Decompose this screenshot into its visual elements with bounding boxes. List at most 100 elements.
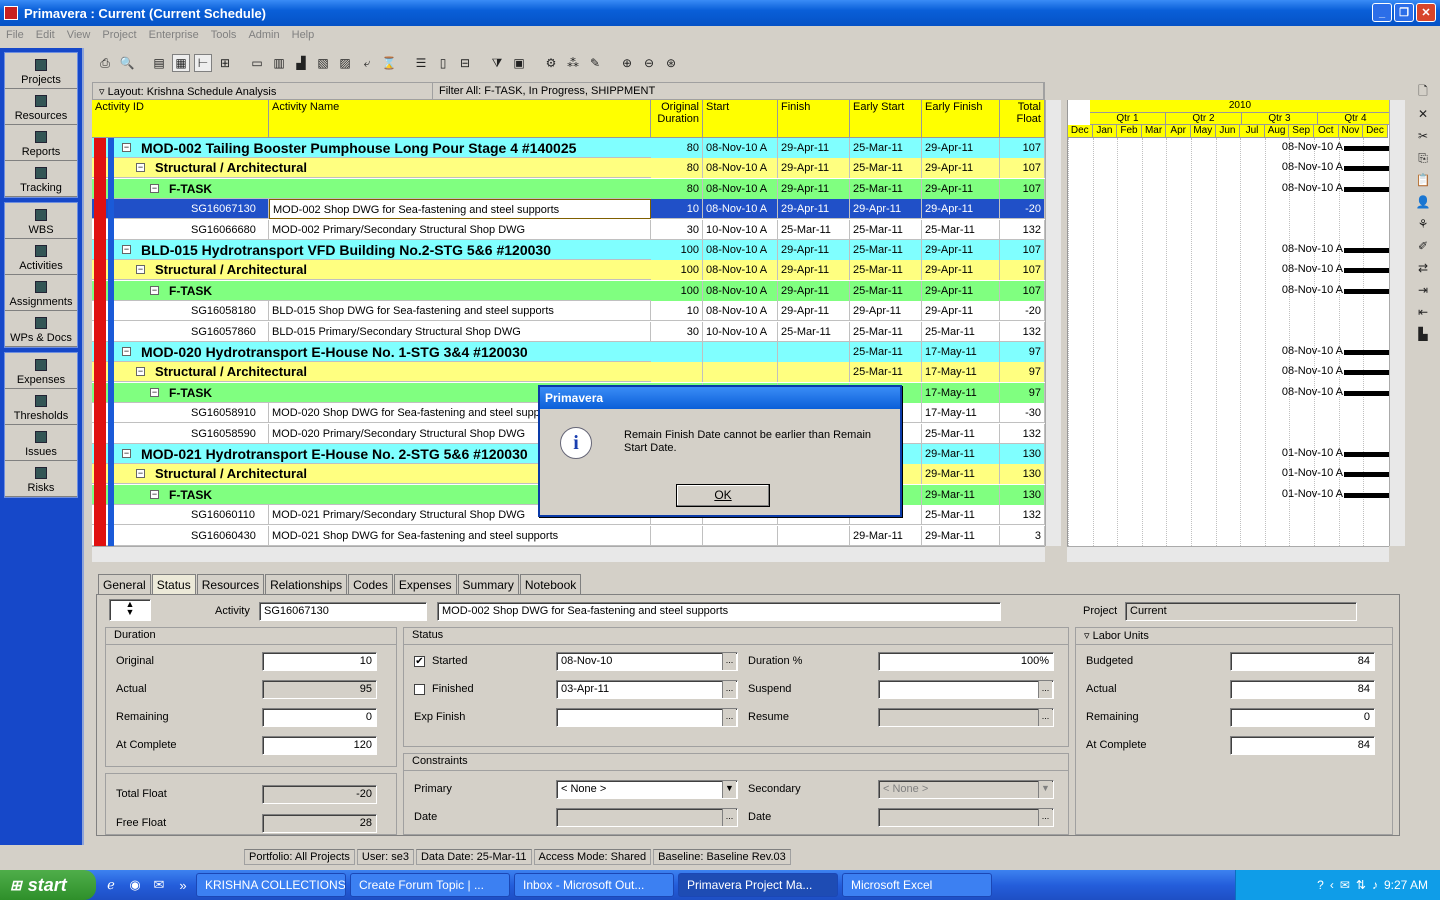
cell-ef[interactable]: 17-May-11 [922,403,1000,424]
stepped-icon[interactable]: ▙ [1414,326,1432,342]
zoom-fit-icon[interactable]: ⊛ [662,54,680,72]
sidebar-item-wps-docs[interactable]: WPs & Docs [5,311,77,347]
cell-es[interactable]: 25-Mar-11 [850,240,922,260]
mail-tray-icon[interactable]: ✉ [1340,878,1350,892]
cell-tf[interactable]: 132 [1000,423,1045,444]
activity-name-cell[interactable]: BLD-015 Shop DWG for Sea-fastening and s… [269,301,651,322]
sidebar-item-issues[interactable]: Issues [5,425,77,461]
tray-expand-icon[interactable]: ‹ [1330,878,1334,892]
cell-tf[interactable]: -20 [1000,301,1045,322]
menu-admin[interactable]: Admin [242,29,285,41]
col-finish[interactable]: Finish [778,100,850,138]
link-icon[interactable]: ⇄ [1414,260,1432,276]
cell-tf[interactable]: 107 [1000,138,1045,158]
columns-icon[interactable]: ▤ [150,54,168,72]
activity-name-cell[interactable]: BLD-015 Primary/Secondary Structural Sho… [269,321,651,342]
cell-ef[interactable]: 29-Apr-11 [922,280,1000,301]
tab-general[interactable]: General [98,574,151,595]
primary-constraint-select[interactable]: < None > [556,780,738,799]
assign-role-icon[interactable]: ⚘ [1414,216,1432,232]
collapse-icon[interactable]: − [122,143,131,152]
level-icon[interactable]: ⁂ [564,54,582,72]
cell-tf[interactable]: 132 [1000,505,1045,526]
outdent-icon[interactable]: ⇤ [1414,304,1432,320]
table-vertical-scrollbar[interactable] [1045,100,1061,546]
exp-finish-field[interactable] [556,708,738,727]
budgeted-units-field[interactable]: 84 [1230,652,1375,671]
tab-notebook[interactable]: Notebook [519,574,582,595]
menu-project[interactable]: Project [96,29,142,41]
cell-ef[interactable]: 25-Mar-11 [922,219,1000,240]
cell-dur[interactable]: 100 [651,240,703,260]
cell-dur[interactable] [651,525,703,546]
cell-ef[interactable]: 29-Mar-11 [922,484,1000,505]
suspend-field[interactable] [878,680,1054,699]
cell-start[interactable]: 08-Nov-10 A [703,158,778,179]
wbs-row[interactable]: − Structural / Architectural 80 08-Nov-10 A… [92,158,1045,179]
col-activity-id[interactable]: Activity ID [92,100,269,138]
activity-row[interactable]: SG16060430 MOD-021 Shop DWG for Sea-faste… [92,525,1045,546]
gantt-bar[interactable] [1344,248,1389,253]
filter-icon[interactable]: ⧩ [488,54,506,72]
table-view-icon[interactable]: ▦ [172,54,190,72]
cell-tf[interactable]: 132 [1000,219,1045,240]
gantt-bar[interactable] [1344,186,1389,192]
collapse-icon[interactable]: − [136,469,145,479]
sidebar-item-resources[interactable]: Resources [5,89,77,125]
started-date-picker[interactable]: ... [722,653,736,670]
cut-icon[interactable]: ✂ [1414,128,1432,144]
cell-start[interactable]: 08-Nov-10 A [703,199,778,220]
assign-resource-icon[interactable]: 👤 [1414,194,1432,210]
sidebar-item-tracking[interactable]: Tracking [5,161,77,197]
wbs-row[interactable]: − F-TASK 80 08-Nov-10 A 29-Apr-11 25-Mar-11 29… [92,178,1045,199]
paste-icon[interactable]: 📋 [1414,172,1432,188]
activity-row[interactable]: SG16066680 MOD-002 Primary/Secondary Stru… [92,219,1045,240]
cell-ef[interactable]: 29-Mar-11 [922,464,1000,485]
gantt-bar[interactable] [1344,146,1389,151]
cell-tf[interactable]: 107 [1000,260,1045,281]
cell-finish[interactable]: 29-Apr-11 [778,178,850,199]
cell-finish[interactable]: 29-Apr-11 [778,240,850,260]
tab-summary[interactable]: Summary [457,574,519,595]
activity-name-field[interactable]: MOD-002 Shop DWG for Sea-fastening and s… [437,602,1001,621]
cell-dur[interactable]: 30 [651,219,703,240]
cell-ef[interactable]: 29-Apr-11 [922,199,1000,220]
activity-id-cell[interactable]: SG16058910 [188,403,269,424]
col-early-start[interactable]: Early Start [850,100,922,138]
cell-finish[interactable] [778,342,850,362]
collapse-icon[interactable]: − [136,265,145,275]
col-total-float[interactable]: Total Float [1000,100,1045,138]
cell-finish[interactable] [778,362,850,383]
cell-ef[interactable]: 25-Mar-11 [922,423,1000,444]
cell-dur[interactable]: 80 [651,158,703,179]
gantt-horizontal-scrollbar[interactable] [1067,546,1389,562]
collapse-icon[interactable]: − [150,489,159,499]
cell-start[interactable]: 08-Nov-10 A [703,260,778,281]
cell-dur[interactable] [651,362,703,383]
cell-tf[interactable]: -20 [1000,199,1045,220]
cell-es[interactable]: 25-Mar-11 [850,219,922,240]
remaining-duration-field[interactable]: 0 [262,708,377,727]
start-button[interactable]: ⊞ start [0,870,96,900]
profile-icon[interactable]: ▧ [314,54,332,72]
cell-start[interactable] [703,342,778,362]
cell-start[interactable] [703,525,778,546]
zoom-in-icon[interactable]: ⊕ [618,54,636,72]
wbs-row[interactable]: − MOD-002 Tailing Booster Pumphouse Long … [92,138,1045,158]
activity-name-cell[interactable]: MOD-002 Primary/Secondary Structural Sho… [269,219,651,240]
cell-start[interactable]: 08-Nov-10 A [703,240,778,260]
activity-row[interactable]: SG16058180 BLD-015 Shop DWG for Sea-faste… [92,301,1045,322]
cell-es[interactable]: 25-Mar-11 [850,138,922,158]
minimize-button[interactable]: _ [1372,3,1392,22]
menu-edit[interactable]: Edit [30,29,61,41]
collapse-icon[interactable]: − [122,449,131,458]
tab-expenses[interactable]: Expenses [393,574,457,595]
print-icon[interactable]: ⎙ [96,54,114,72]
gantt-bar[interactable] [1344,452,1389,457]
trace-icon[interactable]: ⤶ [358,54,376,72]
cell-start[interactable]: 08-Nov-10 A [703,178,778,199]
gantt-bar[interactable] [1344,350,1389,355]
group-sort-icon[interactable]: ☰ [412,54,430,72]
apply-actuals-icon[interactable]: ✎ [586,54,604,72]
cell-tf[interactable]: 132 [1000,321,1045,342]
